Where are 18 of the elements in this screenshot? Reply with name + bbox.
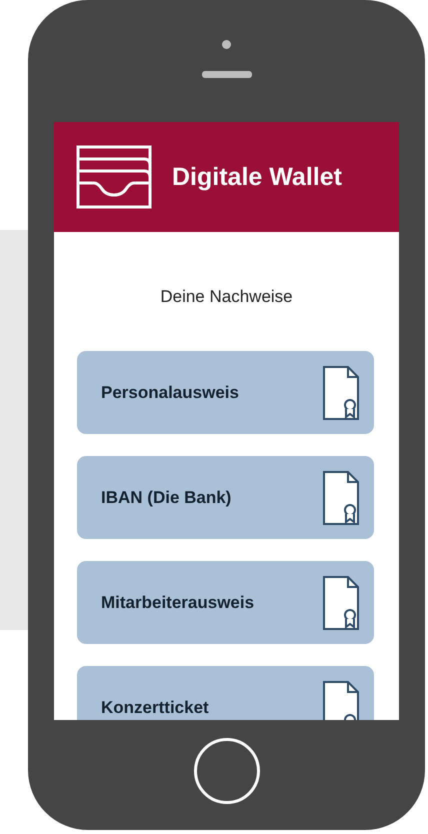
credential-label: Konzertticket <box>101 698 209 718</box>
wallet-icon <box>76 145 152 209</box>
credential-card[interactable]: IBAN (Die Bank) <box>77 456 374 539</box>
certificate-document-icon <box>322 574 360 630</box>
certificate-document-icon <box>322 364 360 420</box>
speaker-slot <box>202 71 252 78</box>
credential-label: Mitarbeiterausweis <box>101 592 254 612</box>
app-title: Digitale Wallet <box>172 162 342 192</box>
home-button[interactable] <box>194 738 260 804</box>
certificate-document-icon <box>322 680 360 720</box>
credential-card[interactable]: Personalausweis <box>77 351 374 434</box>
camera-dot <box>222 40 231 49</box>
credential-label: IBAN (Die Bank) <box>101 488 232 508</box>
credential-card[interactable]: Mitarbeiterausweis <box>77 561 374 644</box>
section-title: Deine Nachweise <box>159 286 294 308</box>
certificate-document-icon <box>322 470 360 526</box>
credential-label: Personalausweis <box>101 382 239 402</box>
credential-card[interactable]: Konzertticket <box>77 666 374 720</box>
